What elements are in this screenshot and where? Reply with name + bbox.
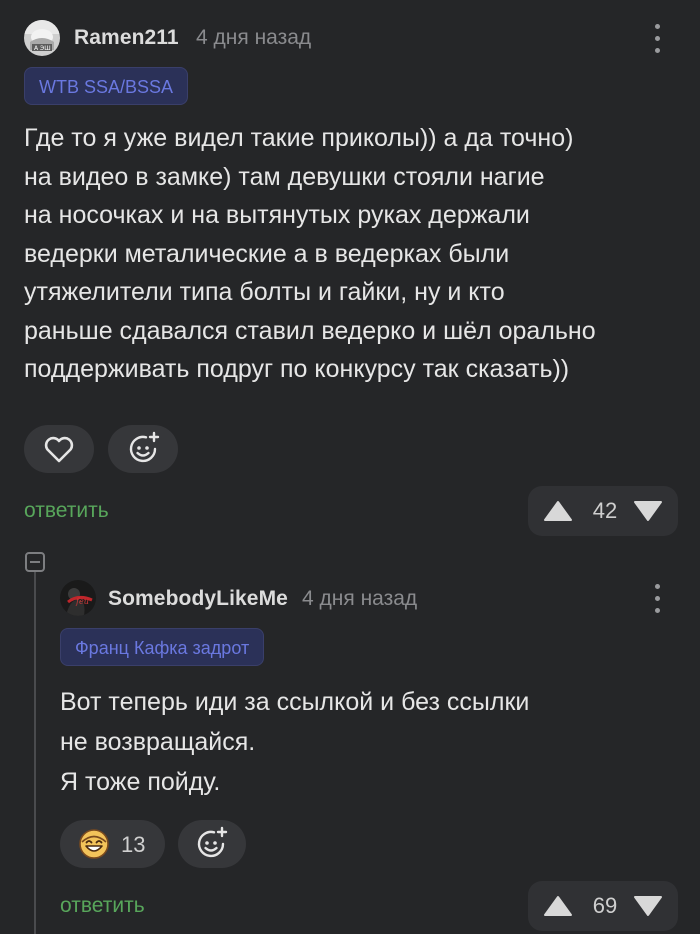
more-menu-icon[interactable]	[648, 582, 668, 616]
vote-score: 42	[592, 498, 618, 523]
avatar-somebodylikeme-icon: feu	[60, 580, 96, 616]
vote-box: 42	[528, 486, 678, 536]
vote-box: 69	[528, 881, 678, 931]
comment-line: Где то я уже видел такие приколы)) а да …	[24, 124, 574, 152]
upvote-icon[interactable]	[543, 895, 573, 917]
comment-line: не возвращайся.	[60, 728, 256, 756]
username[interactable]: SomebodyLikeMe	[108, 587, 288, 611]
collapse-icon[interactable]	[25, 552, 45, 572]
heart-icon	[44, 436, 74, 463]
comment-line: поддерживать подруг по конкурсу так сказ…	[24, 355, 570, 383]
like-button[interactable]	[24, 425, 94, 473]
user-badge[interactable]: Франц Кафка задрот	[60, 628, 265, 666]
reply-link[interactable]: ответить	[24, 499, 109, 523]
upvote-icon[interactable]	[543, 500, 573, 522]
username[interactable]: Ramen211	[74, 26, 179, 50]
downvote-icon[interactable]	[633, 500, 663, 522]
comment-line: на видео в замке) там девушки стояли наг…	[24, 162, 545, 191]
comments-page: A ЭШ Ramen211 4 дня назад WTB SSA/BSSA Г…	[0, 0, 700, 934]
reaction-count: 13	[121, 832, 146, 857]
comment-line: утяжелители типа болты и гайки, ну и кто	[24, 278, 505, 306]
add-reaction-icon	[129, 431, 160, 463]
reaction-button[interactable]: 13	[60, 820, 165, 868]
timestamp: 4 дня назад	[196, 26, 312, 49]
add-reaction-icon	[197, 826, 228, 858]
reply-link[interactable]: ответить	[60, 894, 145, 918]
timestamp: 4 дня назад	[302, 587, 418, 610]
smile-emoji-icon	[79, 829, 109, 859]
comment-body: Где то я уже видел такие приколы)) а да …	[24, 119, 684, 389]
downvote-icon[interactable]	[633, 895, 663, 917]
svg-text:A ЭШ: A ЭШ	[34, 45, 51, 52]
comment-line: Вот теперь иди за ссылкой и без ссылки	[60, 688, 530, 716]
avatar-ramen211-icon: A ЭШ	[24, 20, 60, 56]
avatar[interactable]: A ЭШ	[24, 20, 60, 56]
comment-line: раньше сдавался ставил ведерко и шёл ора…	[24, 316, 596, 345]
add-reaction-button[interactable]	[178, 820, 246, 868]
more-menu-icon[interactable]	[648, 22, 668, 56]
user-badge[interactable]: WTB SSA/BSSA	[24, 67, 189, 105]
thread-line	[34, 572, 36, 934]
svg-text:feu: feu	[75, 597, 89, 606]
comment-body: Вот теперь иди за ссылкой и без ссылки н…	[60, 682, 680, 802]
comment-line: на носочках и на вытянутых руках держали	[24, 201, 530, 229]
comment-line: Я тоже пойду.	[60, 768, 221, 796]
avatar[interactable]: feu	[60, 580, 96, 616]
comment-line: ведерки металические а в ведерках были	[24, 239, 510, 268]
vote-score: 69	[592, 893, 618, 918]
add-reaction-button[interactable]	[108, 425, 178, 473]
